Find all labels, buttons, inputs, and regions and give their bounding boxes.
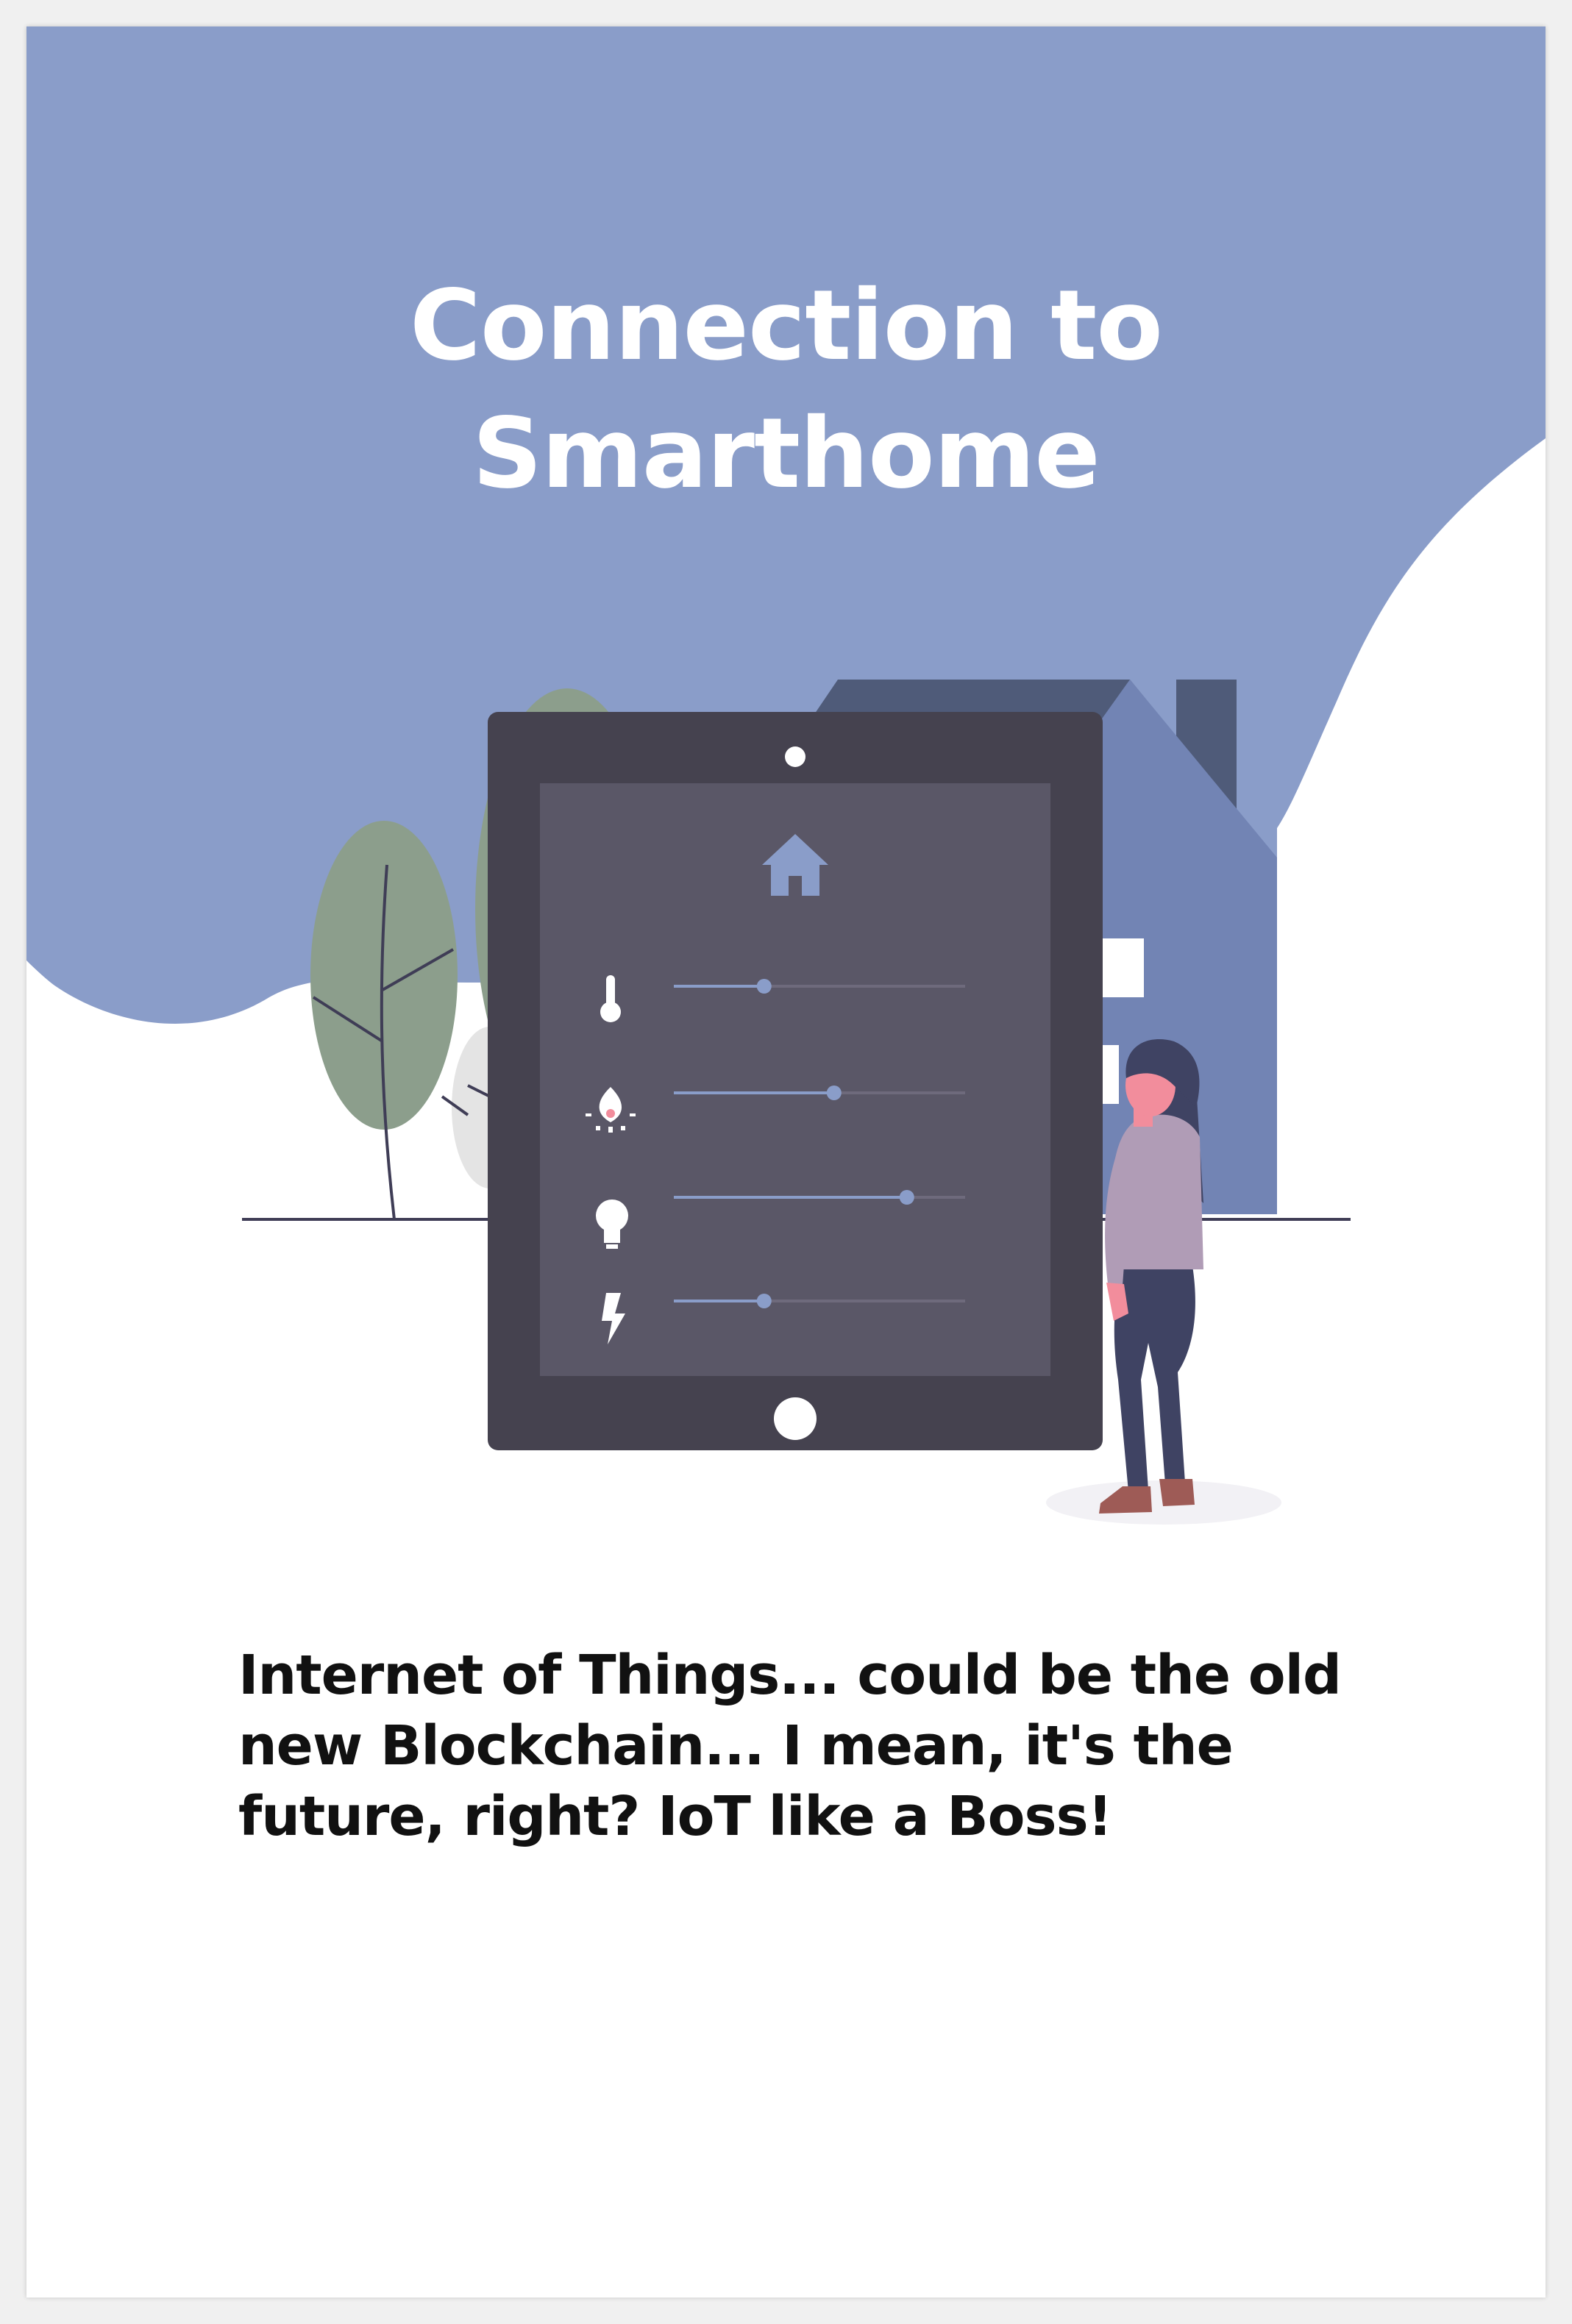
description: Internet of Things... could be the old n… [238, 1640, 1386, 1852]
tablet-camera [785, 746, 805, 767]
description-line-2: new Blockchain... I mean, it's the [238, 1714, 1234, 1778]
page-title-line-1: Connection to [409, 269, 1163, 382]
page-title-line-2: Smarthome [472, 397, 1100, 510]
slider-knob[interactable] [826, 1086, 842, 1100]
description-line-1: Internet of Things... could be the old [238, 1644, 1342, 1707]
slider-knob[interactable] [899, 1190, 914, 1205]
card: Connection to Smarthome Internet of Thin… [26, 26, 1546, 2298]
tablet [488, 712, 1103, 1450]
description-line-3: future, right? IoT like a Boss! [238, 1785, 1112, 1848]
slider-knob[interactable] [756, 1294, 772, 1308]
tablet-home-button[interactable] [774, 1397, 817, 1440]
page-title: Connection to Smarthome [26, 262, 1546, 518]
slider-knob[interactable] [756, 979, 772, 994]
